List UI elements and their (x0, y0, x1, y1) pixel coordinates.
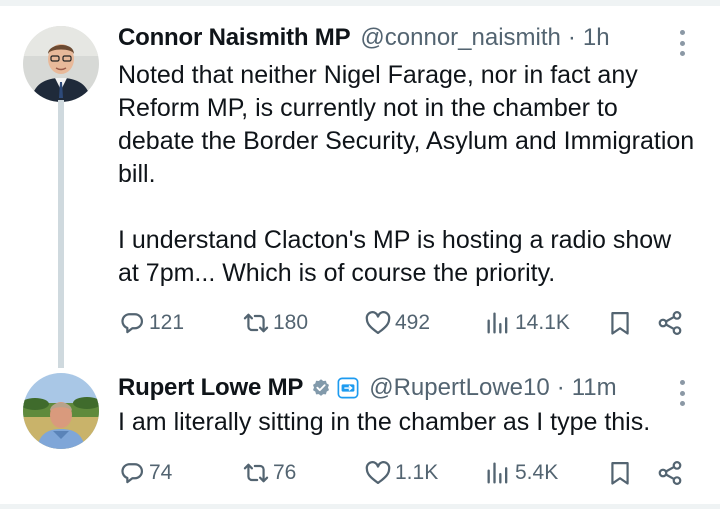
reply-icon (121, 313, 144, 334)
like-icon (365, 311, 391, 335)
like-count: 492 (395, 311, 431, 334)
tweet-text: Noted that neither Nigel Farage, nor in … (118, 61, 695, 287)
views-icon (487, 462, 508, 484)
timestamp[interactable]: 1h (583, 24, 610, 52)
author-handle[interactable]: @connor_naismith (360, 24, 560, 52)
verified-badge-icon[interactable] (311, 378, 331, 398)
share-button[interactable] (656, 456, 684, 490)
author-name[interactable]: Connor Naismith MP (118, 24, 351, 52)
separator: · (556, 374, 565, 401)
repost-button[interactable]: 76 (242, 456, 296, 490)
bookmark-icon (611, 311, 629, 335)
bookmark-button[interactable] (606, 456, 634, 490)
reply-button[interactable]: 121 (118, 306, 184, 340)
reply-count: 74 (149, 461, 173, 484)
bookmark-button[interactable] (606, 306, 634, 340)
bottom-divider (0, 504, 720, 509)
reply-icon (121, 463, 144, 484)
tweet[interactable]: Connor Naismith MP @connor_naismith · 1h… (0, 6, 720, 362)
tweet-header: Rupert Lowe MP @RupertLowe10 · 11m (118, 370, 617, 406)
views-button[interactable]: 14.1K (484, 306, 570, 340)
avatar[interactable] (23, 26, 99, 102)
repost-icon (243, 313, 269, 333)
view-count: 14.1K (515, 311, 570, 334)
repost-count: 180 (273, 311, 309, 334)
more-icon[interactable] (680, 30, 686, 56)
author-handle[interactable]: @RupertLowe10 (369, 374, 549, 402)
tweet-text: I am literally sitting in the chamber as… (118, 408, 651, 436)
more-icon[interactable] (680, 380, 686, 406)
affiliate-badge-icon[interactable] (337, 377, 359, 399)
like-button[interactable]: 1.1K (364, 456, 438, 490)
share-icon (658, 311, 682, 335)
repost-button[interactable]: 180 (242, 306, 308, 340)
thread-connector (58, 100, 64, 368)
views-button[interactable]: 5.4K (484, 456, 558, 490)
bookmark-icon (611, 461, 629, 485)
repost-count: 76 (273, 461, 297, 484)
tweet-header: Connor Naismith MP @connor_naismith · 1h (118, 20, 610, 56)
like-button[interactable]: 492 (364, 306, 430, 340)
separator: · (567, 24, 576, 51)
tweet[interactable]: Rupert Lowe MP @RupertLowe10 · 11m I am … (0, 362, 720, 509)
reply-count: 121 (149, 311, 185, 334)
share-button[interactable] (656, 306, 684, 340)
timestamp[interactable]: 11m (572, 374, 617, 402)
avatar[interactable] (23, 373, 99, 449)
view-count: 5.4K (515, 461, 559, 484)
like-icon (365, 461, 391, 485)
repost-icon (243, 463, 269, 483)
views-icon (487, 312, 508, 334)
action-bar: 121 180 492 14.1K (118, 306, 698, 340)
author-name[interactable]: Rupert Lowe MP (118, 374, 303, 402)
reply-button[interactable]: 74 (118, 456, 172, 490)
action-bar: 74 76 1.1K 5.4K (118, 456, 698, 490)
share-icon (658, 461, 682, 485)
like-count: 1.1K (395, 461, 439, 484)
